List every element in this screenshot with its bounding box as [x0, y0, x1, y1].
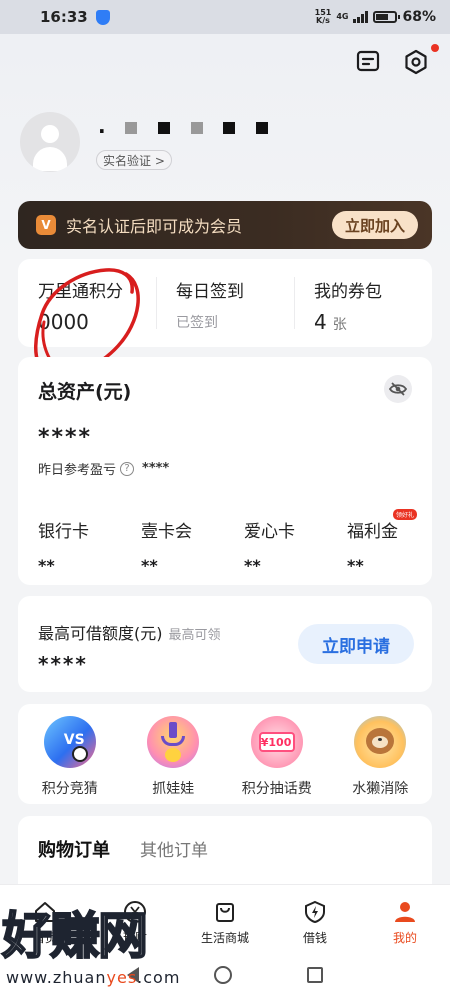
mosaic-block [223, 121, 236, 134]
asset-items: 银行卡 ** 壹卡会 ** 爱心卡 ** 福利金 领好礼 ** [18, 509, 432, 575]
stat-label: 每日签到 [176, 282, 244, 302]
asset-fulijin[interactable]: 福利金 领好礼 ** [327, 509, 430, 575]
watermark-logo: 好赚网 [1, 906, 149, 966]
nav-label: 我的 [392, 931, 417, 945]
recent-apps-icon[interactable] [306, 967, 323, 983]
credit-value: **** [38, 652, 88, 676]
vip-badge-icon: V [36, 215, 56, 235]
asset-label: 爱心卡 [244, 522, 295, 542]
membership-banner[interactable]: V 实名认证后即可成为会员 立即加入 [18, 201, 432, 249]
game-icon-text: ¥100 [260, 736, 292, 749]
game-label: 积分竞猜 [41, 781, 98, 797]
person-icon [392, 899, 418, 925]
yesterday-value: **** [142, 461, 170, 476]
stat-label: 我的券包 [314, 282, 382, 302]
nav-borrow[interactable]: 借钱 [270, 885, 360, 950]
stat-value: 0000 [38, 310, 89, 334]
total-assets-value: **** [38, 425, 93, 450]
tab-other-orders[interactable]: 其他订单 [140, 836, 208, 861]
asset-value: ** [141, 556, 158, 575]
apply-now-button[interactable]: 立即申请 [298, 624, 414, 664]
mosaic-block [190, 121, 203, 134]
credit-title-row: 最高可借额度(元) 最高可领 [38, 620, 221, 644]
net-type: 4G [336, 12, 349, 21]
assets-title: 总资产(元) [38, 381, 132, 403]
credit-subtitle: 最高可领 [168, 628, 221, 643]
mosaic-block [256, 121, 269, 134]
credit-limit-card: 最高可借额度(元) 最高可领 **** 立即申请 [18, 596, 432, 692]
game-label: 水獭消除 [352, 781, 409, 797]
asset-aixinka[interactable]: 爱心卡 ** [224, 517, 327, 575]
notification-dot [431, 44, 439, 52]
sports-ball-icon: VS [43, 716, 96, 768]
help-question-icon[interactable]: ? [120, 461, 135, 476]
hide-eye-icon[interactable] [384, 375, 412, 403]
avatar[interactable] [20, 112, 80, 172]
asset-bank-card[interactable]: 银行卡 ** [18, 517, 121, 575]
stat-value: 4 [314, 310, 327, 334]
banner-text: 实名认证后即可成为会员 [66, 217, 243, 236]
credit-title: 最高可借额度(元) [38, 624, 163, 643]
verify-identity-button[interactable]: 实名验证 > [96, 150, 172, 170]
tab-shopping-orders[interactable]: 购物订单 [38, 836, 110, 862]
nav-label: 生活商城 [200, 931, 249, 945]
yesterday-profit-row: 昨日参考盈亏 ? **** [38, 459, 169, 478]
activities-card: VS 积分竞猜 抓娃娃 ¥100 积分抽话费 水獭消除 [18, 704, 432, 804]
total-assets-card: 总资产(元) **** 昨日参考盈亏 ? **** 银行卡 ** 壹卡会 ** … [18, 357, 432, 585]
mosaic-block [157, 121, 170, 134]
game-phone-bill-draw[interactable]: ¥100 积分抽话费 [225, 704, 329, 804]
settings-gear-icon[interactable] [402, 48, 430, 76]
nav-life-mall[interactable]: 生活商城 [180, 885, 270, 950]
stat-points[interactable]: 万里通积分 0000 [18, 259, 156, 347]
yesterday-label: 昨日参考盈亏 [38, 463, 117, 478]
join-now-button[interactable]: 立即加入 [332, 211, 418, 239]
shopping-bag-icon [212, 899, 238, 925]
lightning-shield-icon [302, 899, 328, 925]
game-claw-machine[interactable]: 抓娃娃 [122, 704, 226, 804]
watermark-url-prefix: www.zhuan [6, 968, 107, 987]
stat-label: 万里通积分 [38, 282, 123, 302]
phone-bill-coupon-icon: ¥100 [250, 716, 303, 768]
gift-badge: 领好礼 [393, 509, 418, 520]
nav-label: 借钱 [302, 931, 327, 945]
status-time: 16:33 [40, 8, 88, 26]
status-indicators: 151 K/s 4G 68% [315, 9, 436, 26]
shield-icon [95, 9, 110, 25]
otter-game-icon [354, 716, 407, 768]
stat-unit: 张 [332, 317, 347, 333]
home-circle-icon[interactable] [213, 966, 232, 984]
mosaic-block [124, 121, 137, 134]
claw-machine-icon [147, 716, 200, 768]
stat-coupons[interactable]: 我的券包 4张 [294, 259, 432, 347]
asset-value: ** [244, 556, 261, 575]
game-label: 积分抽话费 [241, 781, 312, 797]
asset-value: ** [347, 556, 364, 575]
asset-value: ** [38, 556, 55, 575]
game-points-quiz[interactable]: VS 积分竞猜 [18, 704, 122, 804]
asset-label: 壹卡会 [141, 522, 192, 542]
stat-value-row: 4张 [314, 310, 432, 334]
battery-icon [373, 11, 401, 23]
message-icon[interactable] [354, 48, 382, 76]
nav-mine[interactable]: 我的 [360, 885, 450, 950]
username-masked: . ·· . . . [98, 114, 276, 138]
asset-label: 福利金 [347, 522, 398, 542]
game-otter-match[interactable]: 水獭消除 [329, 704, 433, 804]
stat-status: 已签到 [176, 315, 218, 331]
watermark-url: www.zhuanyes.com [6, 968, 180, 987]
signal-icon [353, 11, 369, 23]
stat-daily-checkin[interactable]: 每日签到 已签到 [156, 259, 294, 347]
net-speed-unit: K/s [316, 16, 330, 25]
net-speed: 151 K/s [315, 9, 332, 25]
asset-yikahui[interactable]: 壹卡会 ** [121, 517, 224, 575]
asset-label: 银行卡 [38, 522, 89, 542]
game-label: 抓娃娃 [152, 781, 195, 797]
stats-card: 万里通积分 0000 每日签到 已签到 我的券包 4张 [18, 259, 432, 347]
watermark-url-accent: yes [106, 968, 138, 987]
status-bar: 16:33 151 K/s 4G 68% [0, 0, 450, 34]
battery-percent: 68% [402, 9, 436, 25]
watermark-url-suffix: .com [137, 968, 181, 987]
